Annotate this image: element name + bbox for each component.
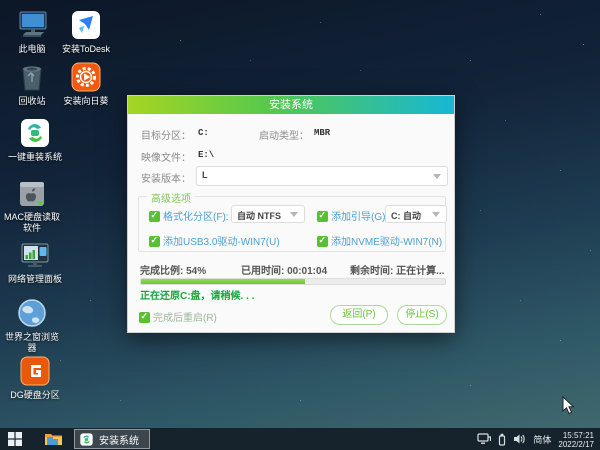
globe-icon <box>18 299 46 327</box>
desktop-icon-mac-disk-reader[interactable]: MAC硬盘读取软件 <box>4 176 60 234</box>
dg-partition-icon <box>20 356 50 386</box>
checkbox-checked-icon <box>317 235 328 247</box>
add-boot-label: 添加引导(G): <box>331 212 389 223</box>
desktop-icon-todesk[interactable]: 安装ToDesk <box>58 8 114 55</box>
speaker-icon[interactable] <box>513 433 526 445</box>
desktop-icon-this-pc[interactable]: 此电脑 <box>4 8 60 55</box>
nvme-driver-checkbox[interactable]: 添加NVME驱动-WIN7(N) <box>317 233 442 248</box>
icon-label: 安装ToDesk <box>61 44 110 54</box>
start-button[interactable] <box>0 428 30 450</box>
file-explorer-button[interactable] <box>38 428 68 450</box>
format-mode-select[interactable]: 自动 NTFS <box>231 205 305 223</box>
mac-disk-icon <box>20 182 44 206</box>
tray-date: 2022/2/17 <box>558 440 594 449</box>
desktop-icon-world-browser[interactable]: 世界之窗浏览器 <box>4 296 60 354</box>
icon-label: 一键重装系统 <box>7 152 62 162</box>
icon-label: 回收站 <box>18 96 46 106</box>
taskbar: 安装系统 简体 15:57:21 2022/2/17 <box>0 428 600 450</box>
boot-type-value: MBR <box>314 128 331 138</box>
nvme-driver-label: 添加NVME驱动-WIN7(N) <box>331 237 443 248</box>
image-file-value: E:\ <box>198 150 215 160</box>
add-boot-select[interactable]: C: 自动 <box>385 205 447 223</box>
checkbox-checked-icon <box>139 311 150 323</box>
dialog-titlebar[interactable]: 安装系统 <box>128 96 454 114</box>
add-boot-checkbox[interactable]: 添加引导(G): <box>317 208 388 223</box>
star-field <box>0 0 1 1</box>
desktop-icon-network-panel[interactable]: 网络管理面板 <box>4 238 66 285</box>
back-button[interactable]: 返回(P) <box>330 305 388 325</box>
taskbar-task-install-system[interactable]: 安装系统 <box>74 429 150 449</box>
restart-after-label: 完成后重启(R) <box>153 313 217 324</box>
stop-button[interactable]: 停止(S) <box>397 305 447 325</box>
progress-fill <box>141 279 306 284</box>
dialog-title: 安装系统 <box>269 99 313 111</box>
computer-icon <box>19 11 47 37</box>
icon-label: 安装向日葵 <box>63 96 109 106</box>
desktop-icon-sunflower[interactable]: 安装向日葵 <box>58 60 114 107</box>
image-file-label: 映像文件： <box>141 153 191 164</box>
folder-icon <box>44 434 62 445</box>
install-version-value: L <box>202 170 208 180</box>
system-tray: 简体 15:57:21 2022/2/17 <box>477 429 600 449</box>
onekey-reinstall-icon <box>21 119 49 147</box>
add-boot-value: C: 自动 <box>391 210 421 221</box>
chevron-down-icon <box>432 212 440 217</box>
network-icon[interactable] <box>477 433 492 445</box>
desktop-icon-dg-partition[interactable]: DG硬盘分区 <box>4 354 66 401</box>
task-label: 安装系统 <box>99 435 139 447</box>
usb3-driver-checkbox[interactable]: 添加USB3.0驱动-WIN7(U) <box>149 233 280 248</box>
network-panel-icon <box>21 243 49 267</box>
checkbox-checked-icon <box>149 210 160 222</box>
restart-after-checkbox[interactable]: 完成后重启(R) <box>139 309 217 324</box>
desktop: 此电脑 安装ToDesk 回收站 安装向日葵 一键重装系统 MAC硬盘读取软件 … <box>0 0 600 450</box>
install-system-dialog: 安装系统 目标分区： C: 启动类型： MBR 映像文件： E:\ 安装版本： … <box>127 95 455 333</box>
usb-device-icon[interactable] <box>498 433 506 446</box>
todesk-icon <box>72 11 100 39</box>
onekey-reinstall-icon <box>80 432 93 446</box>
progress-percent-label: 完成比例: 54% <box>140 266 207 277</box>
format-mode-value: 自动 NTFS <box>237 210 281 221</box>
windows-logo-icon <box>8 432 22 446</box>
install-version-label: 安装版本： <box>141 174 191 185</box>
icon-label: 世界之窗浏览器 <box>4 332 59 353</box>
format-partition-label: 格式化分区(F): <box>163 212 229 223</box>
chevron-down-icon <box>290 212 298 217</box>
mouse-cursor <box>562 396 575 415</box>
tray-time: 15:57:21 <box>562 431 594 440</box>
desktop-icon-onekey-reinstall[interactable]: 一键重装系统 <box>4 116 66 163</box>
ime-indicator[interactable]: 简体 <box>533 433 551 446</box>
elapsed-time-label: 已用时间: 00:01:04 <box>241 266 328 277</box>
progress-bar <box>140 278 446 285</box>
icon-label: 此电脑 <box>18 44 46 54</box>
icon-label: DG硬盘分区 <box>10 390 60 400</box>
format-partition-checkbox[interactable]: 格式化分区(F): <box>149 208 229 223</box>
target-partition-value: C: <box>198 128 209 138</box>
advanced-options-title: 高级选项 <box>147 190 195 205</box>
recycle-bin-icon <box>22 66 42 91</box>
sunflower-icon <box>71 62 101 92</box>
chevron-down-icon <box>433 174 441 179</box>
icon-label: 网络管理面板 <box>7 274 62 284</box>
checkbox-checked-icon <box>149 235 160 247</box>
boot-type-label: 启动类型： <box>259 131 309 142</box>
usb3-driver-label: 添加USB3.0驱动-WIN7(U) <box>163 237 280 248</box>
remaining-time-label: 剩余时间: 正在计算... <box>350 266 445 277</box>
icon-label: MAC硬盘读取软件 <box>4 212 60 233</box>
advanced-options-group: 高级选项 格式化分区(F): 自动 NTFS 添加引导(G): C: 自动 添加… <box>138 190 447 252</box>
checkbox-checked-icon <box>317 210 328 222</box>
desktop-icon-recycle-bin[interactable]: 回收站 <box>4 60 60 107</box>
restore-status-text: 正在还原C:盘，请稍候. . . <box>140 291 255 302</box>
target-partition-label: 目标分区： <box>141 131 191 142</box>
tray-clock[interactable]: 15:57:21 2022/2/17 <box>558 429 594 449</box>
install-version-select[interactable]: L <box>196 166 448 186</box>
